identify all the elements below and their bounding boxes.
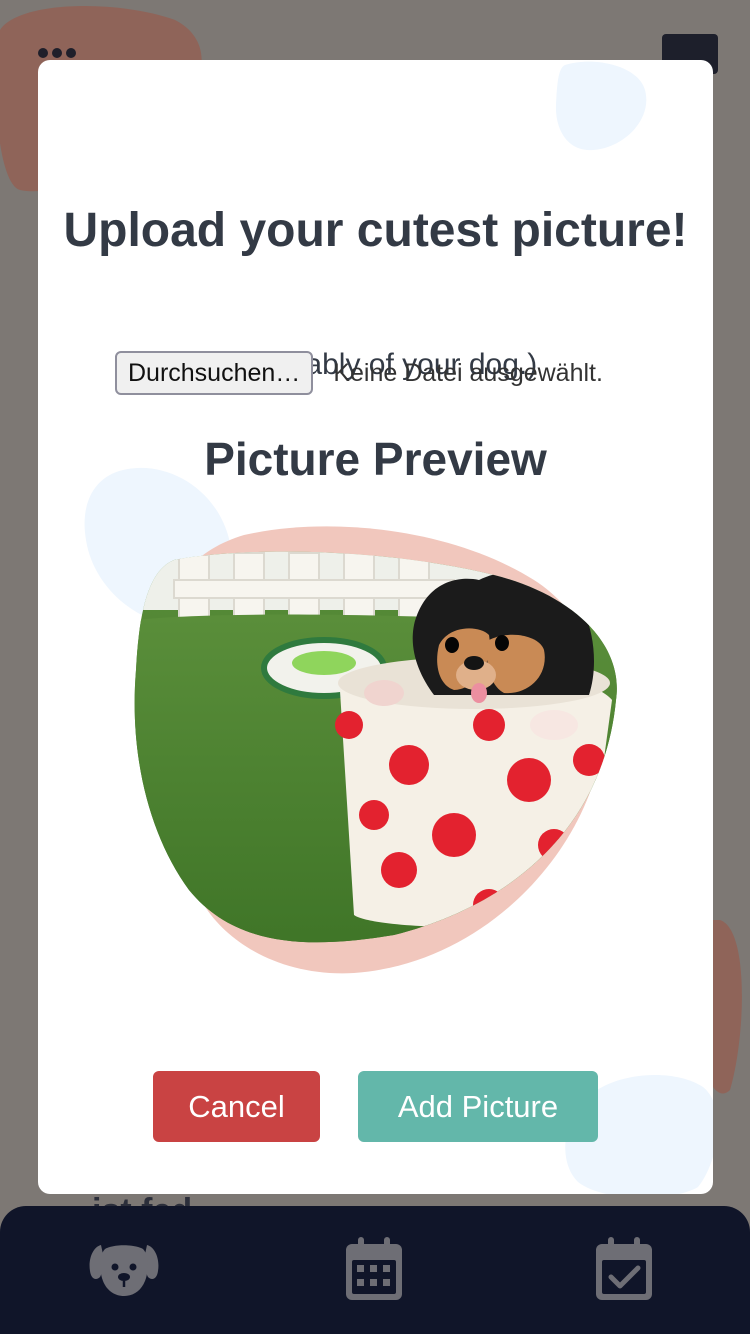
file-input[interactable]: Durchsuchen… Keine Datei ausgewählt. [115,351,603,395]
calendar-check-icon [596,1237,652,1300]
bottom-nav [0,1206,750,1334]
dog-icon [89,1245,159,1296]
nav-item-calendar-check[interactable] [586,1234,662,1304]
nav-item-calendar[interactable] [336,1234,412,1304]
decorative-blob-top-right [555,61,647,151]
cancel-button[interactable]: Cancel [153,1071,320,1142]
more-horizontal-icon[interactable] [38,48,76,58]
puppy-preview-image [134,526,617,974]
browse-file-button[interactable]: Durchsuchen… [115,351,314,395]
file-status-text: Keine Datei ausgewählt. [333,358,603,387]
modal-title: Upload your cutest picture! [63,204,688,257]
nav-item-dog[interactable] [86,1234,162,1304]
picture-preview [134,525,624,975]
add-picture-button[interactable]: Add Picture [358,1071,598,1142]
preview-heading: Picture Preview [204,433,547,485]
calendar-icon [346,1237,402,1300]
upload-modal: Upload your cutest picture! (Preferably … [38,60,713,1194]
